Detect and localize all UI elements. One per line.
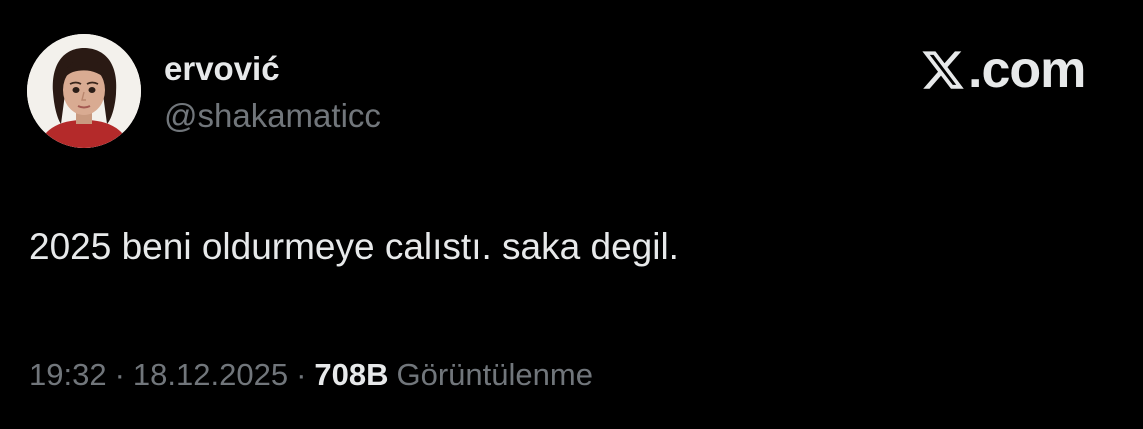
tweet-meta: 19:32 · 18.12.2025 · 708B Görüntülenme	[29, 356, 593, 394]
meta-separator: ·	[114, 357, 125, 392]
author-handle[interactable]: @shakamaticc	[164, 96, 381, 136]
x-logo-icon	[922, 51, 964, 89]
brand-domain-text: .com	[968, 41, 1086, 99]
brand-watermark: .com	[920, 41, 1086, 99]
avatar[interactable]	[27, 34, 141, 148]
views-count[interactable]: 708B	[314, 357, 388, 392]
meta-separator: ·	[296, 357, 307, 392]
tweet-time[interactable]: 19:32	[29, 357, 107, 392]
author-display-name[interactable]: ervović	[164, 49, 280, 89]
avatar-portrait-image	[27, 34, 141, 148]
tweet-date[interactable]: 18.12.2025	[133, 357, 288, 392]
tweet-text: 2025 beni oldurmeye calıstı. saka degil.	[29, 226, 679, 267]
tweet-card: ervović @shakamaticc .com 2025 beni oldu…	[0, 0, 1143, 429]
views-label: Görüntülenme	[396, 357, 593, 392]
